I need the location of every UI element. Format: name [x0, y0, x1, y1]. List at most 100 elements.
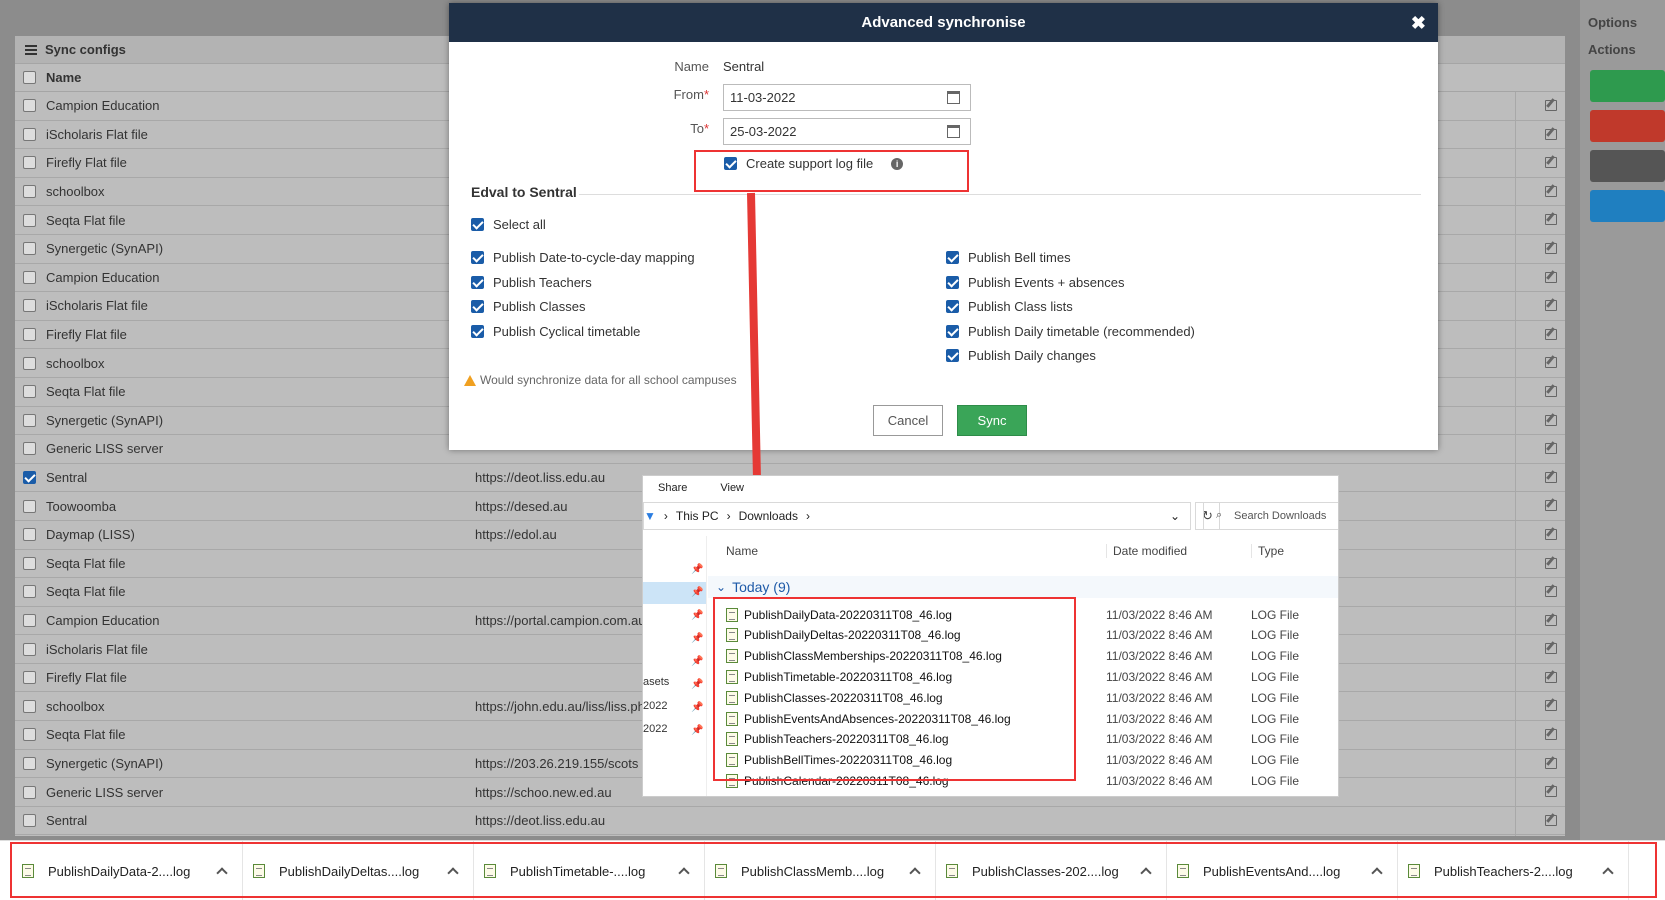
edit-icon[interactable]	[1545, 185, 1557, 197]
publish-option[interactable]: Publish Bell times	[946, 250, 1071, 265]
pin-icon[interactable]: 📌	[691, 725, 703, 736]
publish-option[interactable]: Publish Cyclical timetable	[471, 324, 640, 339]
calendar-icon[interactable]	[947, 125, 960, 138]
edit-icon[interactable]	[1545, 557, 1557, 569]
row-checkbox[interactable]	[23, 328, 36, 342]
tab-share[interactable]: Share	[658, 482, 687, 494]
publish-option-checkbox[interactable]	[471, 300, 484, 313]
edit-icon[interactable]	[1545, 786, 1557, 798]
row-checkbox[interactable]	[23, 99, 36, 113]
row-checkbox[interactable]	[23, 270, 36, 284]
action-button-gray[interactable]	[1590, 150, 1665, 182]
edit-icon[interactable]	[1545, 586, 1557, 598]
edit-icon[interactable]	[1545, 757, 1557, 769]
row-checkbox[interactable]	[23, 613, 36, 627]
pin-icon[interactable]: 📌	[691, 610, 703, 621]
publish-option-checkbox[interactable]	[946, 251, 959, 264]
row-checkbox[interactable]	[23, 356, 36, 370]
action-button-red[interactable]	[1590, 110, 1665, 142]
column-name[interactable]: Name	[708, 544, 1106, 558]
pin-icon[interactable]: 📌	[691, 587, 703, 598]
edit-icon[interactable]	[1545, 643, 1557, 655]
select-all-checkbox[interactable]	[471, 218, 484, 231]
publish-option-checkbox[interactable]	[946, 300, 959, 313]
row-checkbox[interactable]	[23, 699, 36, 713]
breadcrumb-downloads[interactable]: Downloads	[739, 509, 798, 523]
row-checkbox[interactable]	[23, 642, 36, 656]
row-checkbox[interactable]	[23, 442, 36, 456]
row-checkbox[interactable]	[23, 156, 36, 170]
select-all-option[interactable]: Select all	[471, 217, 546, 232]
edit-icon[interactable]	[1545, 214, 1557, 226]
edit-icon[interactable]	[1545, 128, 1557, 140]
cancel-button[interactable]: Cancel	[873, 405, 943, 436]
pin-icon[interactable]: 📌	[691, 702, 703, 713]
edit-icon[interactable]	[1545, 385, 1557, 397]
close-icon[interactable]: ✖	[1411, 13, 1426, 34]
row-checkbox[interactable]	[23, 213, 36, 227]
select-all-rows-checkbox[interactable]	[23, 71, 36, 84]
edit-icon[interactable]	[1545, 471, 1557, 483]
sync-button[interactable]: Sync	[957, 405, 1027, 436]
row-checkbox[interactable]	[23, 299, 36, 313]
tab-view[interactable]: View	[720, 482, 744, 494]
edit-icon[interactable]	[1545, 357, 1557, 369]
column-name-header[interactable]: Name	[46, 70, 81, 85]
row-checkbox[interactable]	[23, 413, 36, 427]
nav-item[interactable]: 2022	[643, 723, 667, 735]
action-button-blue[interactable]	[1590, 190, 1665, 222]
pin-icon[interactable]: 📌	[691, 633, 703, 644]
row-checkbox[interactable]	[23, 814, 36, 828]
publish-option-checkbox[interactable]	[946, 349, 959, 362]
calendar-icon[interactable]	[947, 91, 960, 104]
row-checkbox[interactable]	[23, 528, 36, 542]
publish-option-checkbox[interactable]	[946, 324, 959, 338]
row-checkbox[interactable]	[23, 585, 36, 599]
row-checkbox[interactable]	[23, 785, 36, 799]
publish-option[interactable]: Publish Classes	[471, 299, 586, 314]
edit-icon[interactable]	[1545, 242, 1557, 254]
table-row[interactable]: Sentral https://deot.liss.edu.au	[15, 807, 1565, 836]
row-checkbox[interactable]	[23, 385, 36, 399]
pin-icon[interactable]: 📌	[691, 656, 703, 667]
row-checkbox[interactable]	[23, 671, 36, 685]
publish-option-checkbox[interactable]	[471, 251, 484, 264]
to-date-field[interactable]: 25-03-2022	[723, 118, 971, 145]
edit-icon[interactable]	[1545, 414, 1557, 426]
row-checkbox[interactable]	[23, 499, 36, 513]
publish-option-checkbox[interactable]	[471, 275, 484, 289]
publish-option[interactable]: Publish Daily changes	[946, 348, 1096, 363]
from-date-field[interactable]: 11-03-2022	[723, 84, 971, 111]
edit-icon[interactable]	[1545, 328, 1557, 340]
edit-icon[interactable]	[1545, 528, 1557, 540]
row-checkbox[interactable]	[23, 756, 36, 770]
publish-option-checkbox[interactable]	[471, 324, 484, 338]
edit-icon[interactable]	[1545, 814, 1557, 826]
edit-icon[interactable]	[1545, 157, 1557, 169]
edit-icon[interactable]	[1545, 443, 1557, 455]
row-checkbox[interactable]	[23, 242, 36, 256]
address-bar[interactable]: ▼ › This PC › Downloads › ⌄	[643, 502, 1191, 530]
row-checkbox[interactable]	[23, 185, 36, 199]
edit-icon[interactable]	[1545, 100, 1557, 111]
edit-icon[interactable]	[1545, 729, 1557, 741]
pin-icon[interactable]: 📌	[691, 679, 703, 690]
column-type[interactable]: Type	[1251, 544, 1284, 558]
edit-icon[interactable]	[1545, 671, 1557, 683]
nav-item[interactable]: asets	[643, 676, 669, 688]
publish-option-checkbox[interactable]	[946, 275, 959, 289]
row-checkbox[interactable]	[23, 556, 36, 570]
publish-option[interactable]: Publish Events + absences	[946, 275, 1124, 290]
edit-icon[interactable]	[1545, 700, 1557, 712]
publish-option[interactable]: Publish Class lists	[946, 299, 1073, 314]
publish-option[interactable]: Publish Date-to-cycle-day mapping	[471, 250, 695, 265]
edit-icon[interactable]	[1545, 614, 1557, 626]
publish-option[interactable]: Publish Daily timetable (recommended)	[946, 324, 1195, 339]
breadcrumb-this-pc[interactable]: This PC	[676, 509, 719, 523]
group-header-today[interactable]: ⌄ Today (9)	[708, 576, 1338, 598]
search-box[interactable]: ⌕ Search Downloads	[1203, 502, 1338, 530]
edit-icon[interactable]	[1545, 271, 1557, 283]
edit-icon[interactable]	[1545, 500, 1557, 512]
chevron-down-icon[interactable]: ⌄	[1170, 509, 1180, 523]
row-checkbox[interactable]	[23, 471, 36, 485]
